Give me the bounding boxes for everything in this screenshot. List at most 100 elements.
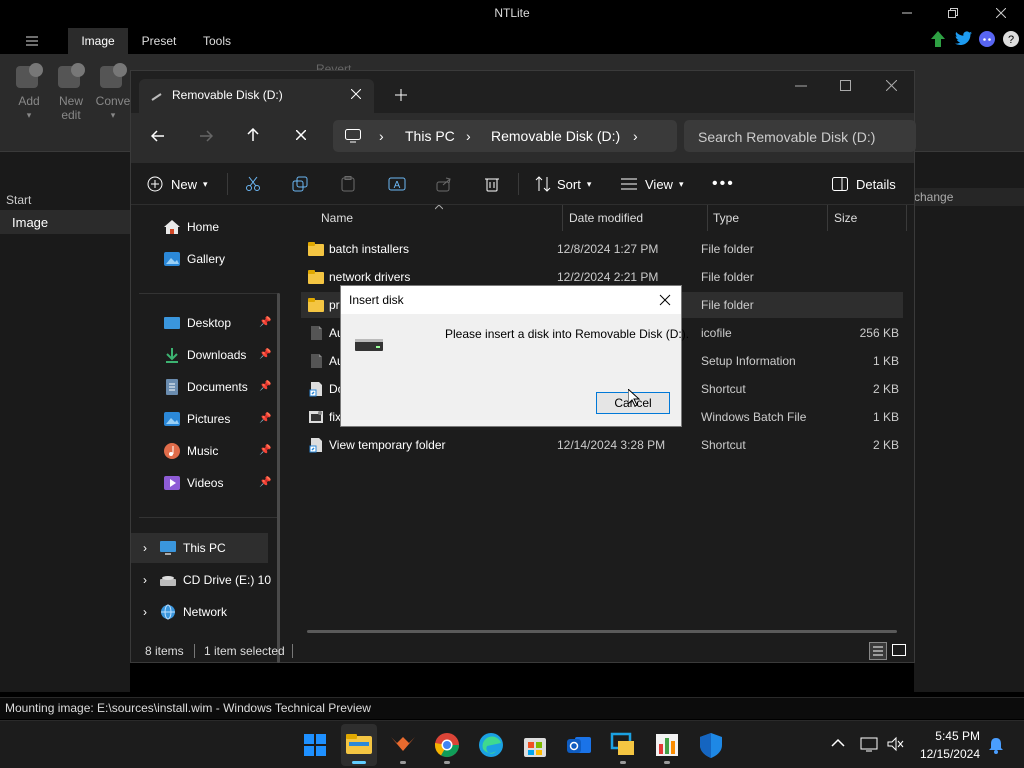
chrome-icon[interactable]: [433, 731, 461, 759]
restore-button[interactable]: [930, 0, 976, 26]
new-button[interactable]: New ▾: [147, 173, 208, 195]
pin-icon[interactable]: 📌: [259, 381, 271, 393]
nav-scrollbar[interactable]: [277, 293, 280, 663]
file-name: View temporary folder: [329, 438, 446, 452]
clock-time[interactable]: 5:45 PM: [935, 729, 980, 743]
delete-button[interactable]: [484, 173, 500, 195]
image-item[interactable]: Image: [0, 210, 130, 234]
tab-tools[interactable]: Tools: [192, 28, 242, 54]
speaker-muted-icon[interactable]: [886, 736, 904, 752]
notification-bell-icon[interactable]: [988, 736, 1004, 754]
outlook-new-icon[interactable]: [565, 731, 593, 759]
chevron-right-icon[interactable]: ›: [143, 573, 147, 587]
close-button[interactable]: [978, 0, 1024, 26]
close-tab-icon[interactable]: [351, 89, 361, 99]
defender-shield-icon[interactable]: [697, 731, 725, 759]
chevron-up-icon[interactable]: [831, 738, 845, 748]
forward-arrow-icon[interactable]: [199, 129, 213, 143]
divider[interactable]: [562, 205, 563, 231]
up-arrow-icon[interactable]: [246, 128, 260, 142]
breadcrumb[interactable]: › This PC › Removable Disk (D:) ›: [333, 120, 677, 152]
pin-icon[interactable]: 📌: [259, 445, 271, 457]
nav-pictures[interactable]: Pictures 📌: [131, 404, 281, 434]
column-type[interactable]: Type: [713, 211, 739, 225]
divider[interactable]: [906, 205, 907, 231]
nav-desktop[interactable]: Desktop 📌: [131, 308, 281, 338]
explorer-close-icon[interactable]: [886, 80, 897, 91]
explorer-maximize-icon[interactable]: [840, 80, 851, 91]
nav-gallery[interactable]: Gallery: [131, 244, 281, 274]
divider[interactable]: [707, 205, 708, 231]
explorer-tab-title: Removable Disk (D:): [172, 88, 283, 102]
ntlite-app-icon[interactable]: [389, 731, 417, 759]
nav-downloads[interactable]: Downloads 📌: [131, 340, 281, 370]
pin-icon[interactable]: 📌: [259, 317, 271, 329]
view-button[interactable]: View ▾: [621, 173, 683, 195]
column-size[interactable]: Size: [834, 211, 857, 225]
cut-button[interactable]: [245, 173, 261, 195]
explorer-minimize-icon[interactable]: [795, 85, 807, 87]
ntlite-title: NTLite: [494, 6, 530, 20]
add-button[interactable]: Add ▾: [9, 60, 49, 122]
remote-desktop-icon[interactable]: [609, 731, 637, 759]
paste-button[interactable]: [340, 173, 356, 195]
tab-image[interactable]: Image: [68, 28, 128, 54]
new-edit-button[interactable]: New edit: [51, 60, 91, 122]
breadcrumb-removable-disk[interactable]: Removable Disk (D:): [491, 128, 620, 144]
minimize-button[interactable]: [884, 0, 930, 26]
column-date-modified[interactable]: Date modified: [569, 211, 643, 225]
convert-button[interactable]: Conve ▾: [93, 60, 133, 122]
copy-button[interactable]: [292, 173, 308, 195]
hamburger-menu-button[interactable]: [18, 28, 46, 54]
nav-this-pc[interactable]: › This PC: [131, 533, 268, 563]
back-arrow-icon[interactable]: [151, 129, 165, 143]
running-indicator: [444, 761, 450, 764]
hamburger-icon: [26, 36, 38, 46]
display-icon[interactable]: [860, 736, 878, 752]
nav-videos[interactable]: Videos 📌: [131, 468, 281, 498]
chart-app-icon[interactable]: [653, 731, 681, 759]
nav-cd-drive[interactable]: › CD Drive (E:) 10: [131, 565, 281, 595]
nav-documents[interactable]: Documents 📌: [131, 372, 281, 402]
edge-icon[interactable]: [477, 731, 505, 759]
divider[interactable]: [827, 205, 828, 231]
store-icon[interactable]: [521, 731, 549, 759]
pin-icon[interactable]: 📌: [259, 349, 271, 361]
details-pane-icon: [832, 177, 848, 191]
nav-network[interactable]: › Network: [131, 597, 281, 627]
file-explorer-taskbar-button[interactable]: [341, 724, 377, 766]
clock-date[interactable]: 12/15/2024: [920, 747, 980, 761]
scissors-icon: [246, 176, 260, 191]
column-name[interactable]: Name: [321, 211, 353, 225]
close-icon[interactable]: [657, 292, 673, 308]
start-icon[interactable]: [301, 731, 329, 759]
share-button[interactable]: [436, 173, 452, 195]
table-row[interactable]: View temporary folder 12/14/2024 3:28 PM S…: [301, 432, 903, 458]
large-icons-view-icon[interactable]: [891, 642, 907, 658]
help-icon[interactable]: ?: [1003, 31, 1019, 47]
update-arrow-icon[interactable]: [930, 30, 946, 48]
chevron-right-icon[interactable]: ›: [143, 541, 147, 555]
discord-icon[interactable]: [979, 31, 995, 47]
table-row[interactable]: batch installers 12/8/2024 1:27 PM File fo…: [301, 236, 903, 262]
explorer-tab[interactable]: Removable Disk (D:): [139, 79, 374, 113]
nav-home[interactable]: Home: [131, 212, 281, 242]
twitter-icon[interactable]: [955, 31, 973, 47]
details-view-icon[interactable]: [869, 642, 887, 660]
horizontal-scrollbar[interactable]: [307, 630, 897, 633]
sort-button[interactable]: Sort ▾: [535, 173, 591, 195]
pin-icon[interactable]: 📌: [259, 413, 271, 425]
nav-music[interactable]: Music 📌: [131, 436, 281, 466]
stop-loading-icon[interactable]: [296, 130, 306, 140]
tab-preset[interactable]: Preset: [134, 28, 184, 54]
search-box[interactable]: Search Removable Disk (D:): [684, 120, 916, 152]
new-tab-icon[interactable]: [395, 89, 407, 101]
details-pane-button[interactable]: Details: [832, 173, 896, 195]
more-options-icon[interactable]: •••: [712, 173, 735, 195]
explorer-address-bar: › This PC › Removable Disk (D:) › Search…: [131, 113, 916, 163]
rename-button[interactable]: A: [388, 173, 406, 195]
file-size: 1 KB: [872, 410, 899, 424]
chevron-right-icon[interactable]: ›: [143, 605, 147, 619]
pin-icon[interactable]: 📌: [259, 477, 271, 489]
breadcrumb-this-pc[interactable]: This PC: [405, 128, 455, 144]
